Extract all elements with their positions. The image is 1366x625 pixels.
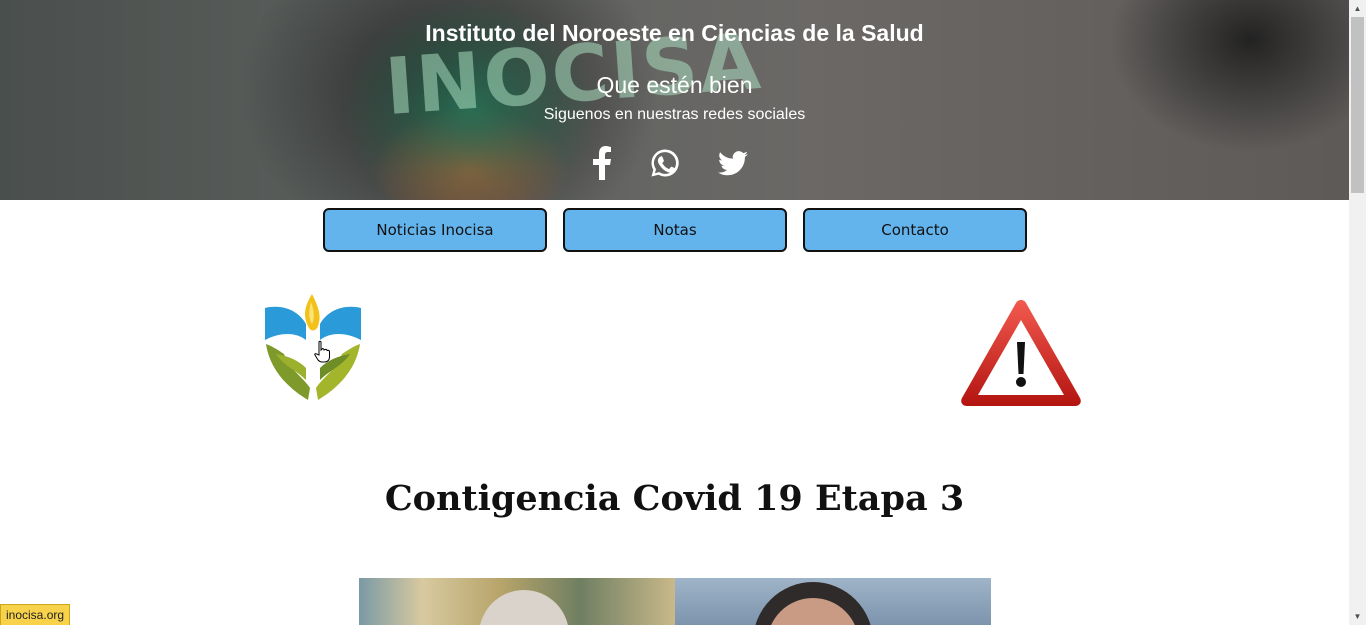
- warning-triangle-icon: [961, 300, 1081, 406]
- scroll-up-arrow-icon[interactable]: ▲: [1349, 0, 1366, 17]
- scrollbar-thumb[interactable]: [1351, 17, 1364, 193]
- vertical-scrollbar[interactable]: ▲ ▼: [1349, 0, 1366, 625]
- social-follow-text: Siguenos en nuestras redes sociales: [543, 106, 806, 123]
- link-status-url: inocisa.org: [0, 604, 71, 625]
- hero-subtitle: Que estén bien: [596, 72, 753, 98]
- scroll-down-arrow-icon[interactable]: ▼: [1349, 608, 1366, 625]
- nav-button-notas[interactable]: Notas: [563, 208, 787, 252]
- twitter-icon[interactable]: [716, 144, 750, 182]
- nav-button-noticias[interactable]: Noticias Inocisa: [323, 208, 547, 252]
- hero-banner: INOCISA Instituto del Noroeste en Cienci…: [0, 0, 1349, 200]
- hand-cursor-icon: [314, 340, 330, 363]
- article-photo-left: [359, 578, 675, 625]
- inocisa-logo-icon[interactable]: [262, 292, 364, 406]
- site-title: Instituto del Noroeste en Ciencias de la…: [425, 20, 924, 46]
- nav-button-contacto[interactable]: Contacto: [803, 208, 1027, 252]
- whatsapp-icon[interactable]: [648, 144, 682, 182]
- facebook-icon[interactable]: [588, 144, 616, 182]
- article-headline: Contigencia Covid 19 Etapa 3: [384, 478, 965, 519]
- article-photo-right: [675, 578, 991, 625]
